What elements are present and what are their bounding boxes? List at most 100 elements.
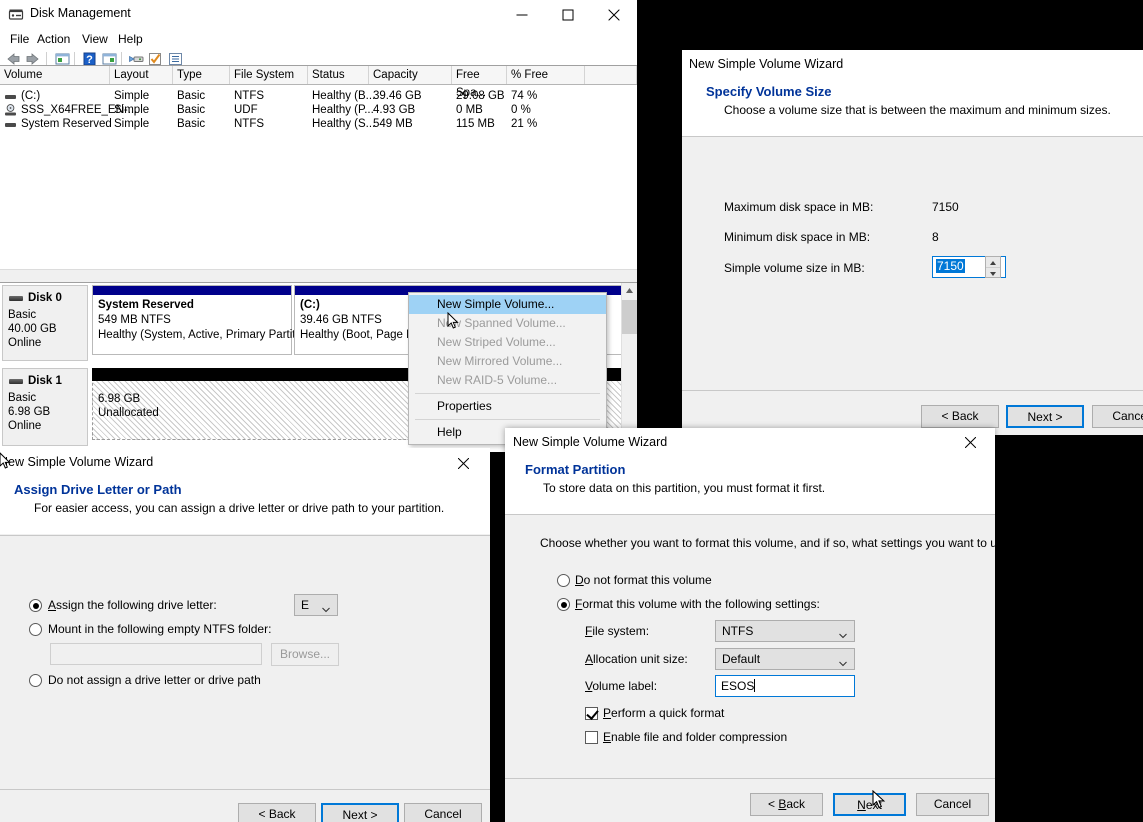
disk-pane-vertical-scrollbar[interactable] xyxy=(621,283,637,452)
column-header-status[interactable]: Status xyxy=(308,66,369,84)
next-button[interactable]: Next > xyxy=(1006,405,1084,428)
minimize-button[interactable] xyxy=(499,0,545,30)
table-row[interactable]: System Reserved Simple Basic NTFS Health… xyxy=(0,117,637,131)
menu-help[interactable]: Help xyxy=(114,32,147,46)
cell-pct-free: 21 % xyxy=(511,118,538,130)
allocation-unit-value: Default xyxy=(722,652,761,666)
disk-info-0[interactable]: Disk 0 Basic 40.00 GB Online xyxy=(2,285,88,361)
wizard-header: Format Partition To store data on this p… xyxy=(505,458,995,514)
wizard-subheading: Choose a volume size that is between the… xyxy=(724,103,1111,117)
chevron-down-icon xyxy=(839,629,847,639)
browse-button[interactable]: Browse... xyxy=(271,643,339,666)
drive-letter-select[interactable]: E xyxy=(294,594,338,616)
cell-file-system: NTFS xyxy=(234,90,265,102)
disk-management-icon xyxy=(8,7,24,23)
radio-no-drive-letter[interactable] xyxy=(29,674,42,687)
cell-pct-free: 74 % xyxy=(511,90,538,102)
table-row[interactable]: SSS_X64FREE_EN-... Simple Basic UDF Heal… xyxy=(0,103,637,117)
compression-text: nable file and folder compression xyxy=(611,730,788,744)
scroll-up-arrow-icon[interactable] xyxy=(622,283,637,299)
column-header-type[interactable]: Type xyxy=(173,66,230,84)
cell-capacity: 4.93 GB xyxy=(373,104,416,116)
partition-system-reserved[interactable]: System Reserved 549 MB NTFS Healthy (Sys… xyxy=(92,285,311,355)
scrollbar-thumb[interactable] xyxy=(622,300,637,334)
toolbar-separator-1 xyxy=(46,52,47,66)
column-header-capacity[interactable]: Capacity xyxy=(369,66,452,84)
menu-file[interactable]: File xyxy=(6,32,33,46)
partition-icon xyxy=(5,119,16,129)
wizard-title: New Simple Volume Wizard xyxy=(689,57,844,71)
checkbox-quick-format[interactable] xyxy=(585,707,598,720)
disk-type: Basic xyxy=(8,392,37,404)
wizard-footer: < B< Backack Next Cancel xyxy=(505,779,995,822)
toolbar-separator-2 xyxy=(74,52,75,66)
disk-icon xyxy=(9,296,23,301)
menu-separator xyxy=(415,419,600,420)
menu-item-new-simple-volume[interactable]: New Simple Volume... xyxy=(409,295,606,314)
file-system-select[interactable]: NTFS xyxy=(715,620,855,642)
maximize-button[interactable] xyxy=(545,0,591,30)
chevron-down-icon xyxy=(839,657,847,667)
next-button[interactable]: Next > xyxy=(321,803,399,822)
allocation-unit-select[interactable]: Default xyxy=(715,648,855,670)
wizard-footer: < Back Next > Cancel xyxy=(0,790,490,822)
disk-name: Disk 0 xyxy=(28,292,62,304)
cancel-button[interactable]: Cancel xyxy=(404,803,482,822)
table-row[interactable]: (C:) Simple Basic NTFS Healthy (B... 39.… xyxy=(0,89,637,103)
cancel-button[interactable]: Cancel xyxy=(916,793,989,816)
volume-list-header: Volume Layout Type File System Status Ca… xyxy=(0,66,637,99)
back-button[interactable]: < Back xyxy=(238,803,316,822)
disk-state: Online xyxy=(8,420,42,432)
back-button[interactable]: < Back xyxy=(921,405,999,428)
window-title: Disk Management xyxy=(30,6,131,20)
mount-path-input[interactable] xyxy=(50,643,262,665)
volume-label-input[interactable]: ESOS xyxy=(715,675,855,697)
radio-format-volume[interactable] xyxy=(557,598,570,611)
wizard-subheading: For easier access, you can assign a driv… xyxy=(34,501,445,515)
menu-view[interactable]: View xyxy=(78,32,112,46)
column-header-volume[interactable]: Volume xyxy=(0,66,110,84)
stepper-down-icon[interactable] xyxy=(986,268,1000,278)
checkbox-enable-compression[interactable] xyxy=(585,731,598,744)
menubar: File Action View Help xyxy=(0,30,637,48)
menu-item-properties[interactable]: Properties xyxy=(409,397,606,416)
cell-status: Healthy (P... xyxy=(312,104,374,116)
radio-assign-drive-letter[interactable] xyxy=(29,599,42,612)
allocation-unit-label-text: llocation unit size: xyxy=(593,652,688,666)
back-button[interactable]: < B< Backack xyxy=(750,793,823,816)
wizard-close-button[interactable] xyxy=(442,448,486,478)
radio-mount-ntfs-folder[interactable] xyxy=(29,623,42,636)
volume-size-stepper[interactable] xyxy=(985,256,1001,278)
menu-item-new-mirrored-volume: New Mirrored Volume... xyxy=(437,354,563,368)
cell-layout: Simple xyxy=(114,118,150,130)
text-caret xyxy=(754,679,756,692)
column-header-layout[interactable]: Layout xyxy=(110,66,173,84)
disk-name: Disk 1 xyxy=(28,375,62,387)
cancel-button[interactable]: Cancel xyxy=(1092,405,1143,428)
column-header-file-system[interactable]: File System xyxy=(230,66,308,84)
column-header-pct-free[interactable]: % Free xyxy=(507,66,585,84)
stepper-up-icon[interactable] xyxy=(986,257,1000,268)
wizard-heading: Assign Drive Letter or Path xyxy=(14,482,182,497)
cell-capacity: 549 MB xyxy=(373,118,413,130)
mouse-cursor-context-menu xyxy=(447,311,459,330)
format-intro-text: Choose whether you want to format this v… xyxy=(540,536,995,550)
column-header-free-space[interactable]: Free Spa... xyxy=(452,66,507,99)
cell-free-space: 115 MB xyxy=(456,118,495,130)
cell-layout: Simple xyxy=(114,104,150,116)
cell-capacity: 39.46 GB xyxy=(373,90,422,102)
wizard-heading: Specify Volume Size xyxy=(706,84,832,99)
volume-list-horizontal-scrollbar[interactable] xyxy=(0,269,637,283)
next-button[interactable]: Next xyxy=(833,793,906,816)
menu-item-new-spanned-volume: New Spanned Volume... xyxy=(437,316,566,330)
close-button[interactable] xyxy=(591,0,637,30)
volume-size-value: 7150 xyxy=(936,259,965,273)
menu-action[interactable]: Action xyxy=(33,32,74,46)
quick-format-text: erform a quick format xyxy=(611,706,725,720)
partition-size: Unallocated xyxy=(98,407,159,419)
radio-do-not-format[interactable] xyxy=(557,574,570,587)
disk-info-1[interactable]: Disk 1 Basic 6.98 GB Online xyxy=(2,368,88,446)
file-system-label: File system: xyxy=(585,624,650,638)
wizard-close-button[interactable] xyxy=(949,428,993,458)
wizard-assign-drive-letter: New Simple Volume Wizard Assign Drive Le… xyxy=(0,448,490,822)
